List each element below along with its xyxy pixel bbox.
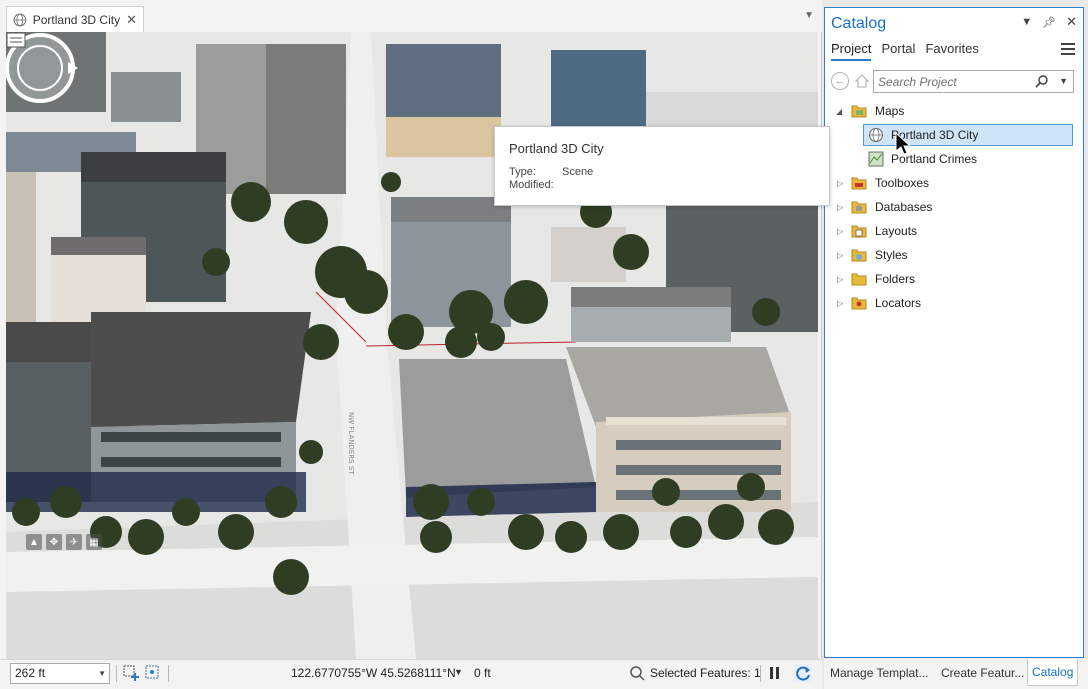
catalog-title: Catalog bbox=[831, 15, 887, 32]
tab-manage-templates[interactable]: Manage Templat... bbox=[830, 666, 929, 680]
elevation-readout: 0 ft bbox=[474, 666, 491, 680]
collapsed-arrow-icon[interactable]: ▷ bbox=[837, 179, 847, 188]
search-box[interactable]: ▼ bbox=[873, 70, 1074, 93]
chevron-down-icon[interactable]: ▼ bbox=[1021, 16, 1032, 30]
tree-item-folders[interactable]: ▷ Folders bbox=[825, 268, 1083, 290]
chevron-down-icon[interactable]: ▼ bbox=[454, 667, 463, 677]
menu-icon[interactable] bbox=[1061, 43, 1075, 55]
add-icon[interactable] bbox=[122, 664, 140, 682]
tree-item-maps[interactable]: ◢ Maps bbox=[825, 100, 1083, 122]
style-icon bbox=[851, 249, 867, 262]
tab-portland-3d-city[interactable]: Portland 3D City ✕ bbox=[6, 6, 144, 32]
folder-maps-icon bbox=[851, 105, 867, 118]
scene-icon bbox=[869, 128, 883, 142]
divider bbox=[760, 665, 761, 682]
chevron-down-icon[interactable]: ▼ bbox=[98, 669, 106, 678]
tooltip-type-row: Type: Scene bbox=[509, 166, 815, 179]
chevron-down-icon[interactable]: ▼ bbox=[804, 10, 814, 21]
tree-label: Maps bbox=[875, 104, 905, 118]
walk-icon[interactable]: ✈ bbox=[66, 534, 82, 550]
tree-item-layouts[interactable]: ▷ Layouts bbox=[825, 220, 1083, 242]
globe-icon bbox=[13, 13, 27, 26]
tree-label: Layouts bbox=[875, 224, 918, 238]
tree-item-locators[interactable]: ▷ Locators bbox=[825, 292, 1083, 314]
search-icon[interactable] bbox=[1034, 74, 1050, 90]
navigation-controls: ▲ ✥ ✈ ▦ bbox=[26, 534, 102, 550]
tooltip-type-key: Type: bbox=[509, 166, 536, 178]
tree-item-toolboxes[interactable]: ▷ Toolboxes bbox=[825, 172, 1083, 194]
divider bbox=[116, 665, 117, 682]
scene-view-pane: Portland 3D City ✕ ▼ NW FLANDERS ST ▲ ✥ … bbox=[0, 0, 822, 689]
document-tab-bar: Portland 3D City ✕ ▼ bbox=[0, 0, 822, 32]
catalog-tabs: Project Portal Favorites bbox=[831, 41, 979, 61]
chevron-down-icon[interactable]: ▼ bbox=[1059, 76, 1068, 86]
tree-item-portland-3d-city[interactable]: Portland 3D City bbox=[825, 124, 1083, 146]
bottom-pane-tabs: Manage Templat... Create Featur... Catal… bbox=[824, 659, 1088, 689]
tab-favorites[interactable]: Favorites bbox=[925, 41, 978, 61]
tab-portal[interactable]: Portal bbox=[881, 41, 915, 61]
status-bar: 262 ft ▼ 122.6770755°W 45.5268111°N ▼ 0 … bbox=[0, 659, 822, 689]
street-label-flanders: NW FLANDERS ST bbox=[347, 412, 355, 475]
expanded-arrow-icon[interactable]: ◢ bbox=[836, 107, 846, 116]
database-icon bbox=[851, 201, 867, 214]
toolbox-icon bbox=[851, 177, 867, 190]
collapsed-arrow-icon[interactable]: ▷ bbox=[837, 203, 847, 212]
locator-icon bbox=[851, 297, 867, 310]
back-icon[interactable]: ← bbox=[831, 72, 849, 90]
tooltip-modified-row: Modified: bbox=[509, 179, 815, 192]
selected-features-count[interactable]: Selected Features: 1 bbox=[650, 666, 761, 680]
collapsed-arrow-icon[interactable]: ▷ bbox=[837, 227, 847, 236]
tooltip-modified-key: Modified: bbox=[509, 179, 554, 191]
coordinate-readout: 122.6770755°W 45.5268111°N bbox=[291, 666, 456, 680]
selected-features-icon[interactable] bbox=[628, 664, 646, 682]
mouse-cursor-icon bbox=[895, 132, 911, 155]
catalog-pane: Catalog ▼ 📌︎ ✕ Project Portal Favorites … bbox=[824, 7, 1084, 658]
up-arrow-icon[interactable]: ▲ bbox=[26, 534, 42, 550]
select-by-rectangle-icon[interactable] bbox=[144, 664, 162, 682]
collapsed-arrow-icon[interactable]: ▷ bbox=[837, 251, 847, 260]
layout-icon bbox=[851, 225, 867, 238]
tree-label: Styles bbox=[875, 248, 908, 262]
divider bbox=[168, 665, 169, 682]
scale-value: 262 ft bbox=[15, 666, 46, 680]
pin-icon[interactable]: 📌︎ bbox=[1042, 16, 1056, 30]
grid-icon[interactable]: ▦ bbox=[86, 534, 102, 550]
tab-project[interactable]: Project bbox=[831, 41, 872, 61]
pane-controls: ▼ 📌︎ ✕ bbox=[1021, 14, 1077, 30]
collapsed-arrow-icon[interactable]: ▷ bbox=[837, 299, 847, 308]
tab-title: Portland 3D City bbox=[32, 12, 121, 27]
tooltip-type-value: Scene bbox=[562, 166, 594, 178]
tree-label: Folders bbox=[875, 272, 916, 286]
home-icon[interactable] bbox=[854, 72, 870, 90]
item-tooltip: Portland 3D City Type: Scene Modified: bbox=[494, 126, 830, 206]
map-icon bbox=[868, 151, 884, 167]
collapsed-arrow-icon[interactable]: ▷ bbox=[837, 275, 847, 284]
tree-label: Databases bbox=[875, 200, 933, 214]
tab-catalog[interactable]: Catalog bbox=[1027, 659, 1079, 686]
tree-item-portland-crimes[interactable]: Portland Crimes bbox=[825, 148, 1083, 170]
scale-selector[interactable]: 262 ft ▼ bbox=[10, 663, 110, 684]
search-input[interactable] bbox=[878, 74, 1028, 89]
tooltip-title: Portland 3D City bbox=[509, 141, 604, 156]
tab-create-features[interactable]: Create Featur... bbox=[941, 666, 1024, 680]
map-tips-icon[interactable] bbox=[6, 32, 26, 48]
full-extent-icon[interactable]: ✥ bbox=[46, 534, 62, 550]
tree-item-styles[interactable]: ▷ Styles bbox=[825, 244, 1083, 266]
folder-icon bbox=[851, 273, 867, 286]
close-icon[interactable]: ✕ bbox=[1066, 14, 1077, 30]
tree-label: Locators bbox=[875, 296, 922, 310]
refresh-icon[interactable] bbox=[794, 664, 812, 682]
tree-item-databases[interactable]: ▷ Databases bbox=[825, 196, 1083, 218]
pause-icon[interactable] bbox=[766, 664, 784, 682]
tree-label: Toolboxes bbox=[875, 176, 930, 190]
close-icon[interactable]: ✕ bbox=[126, 13, 137, 26]
